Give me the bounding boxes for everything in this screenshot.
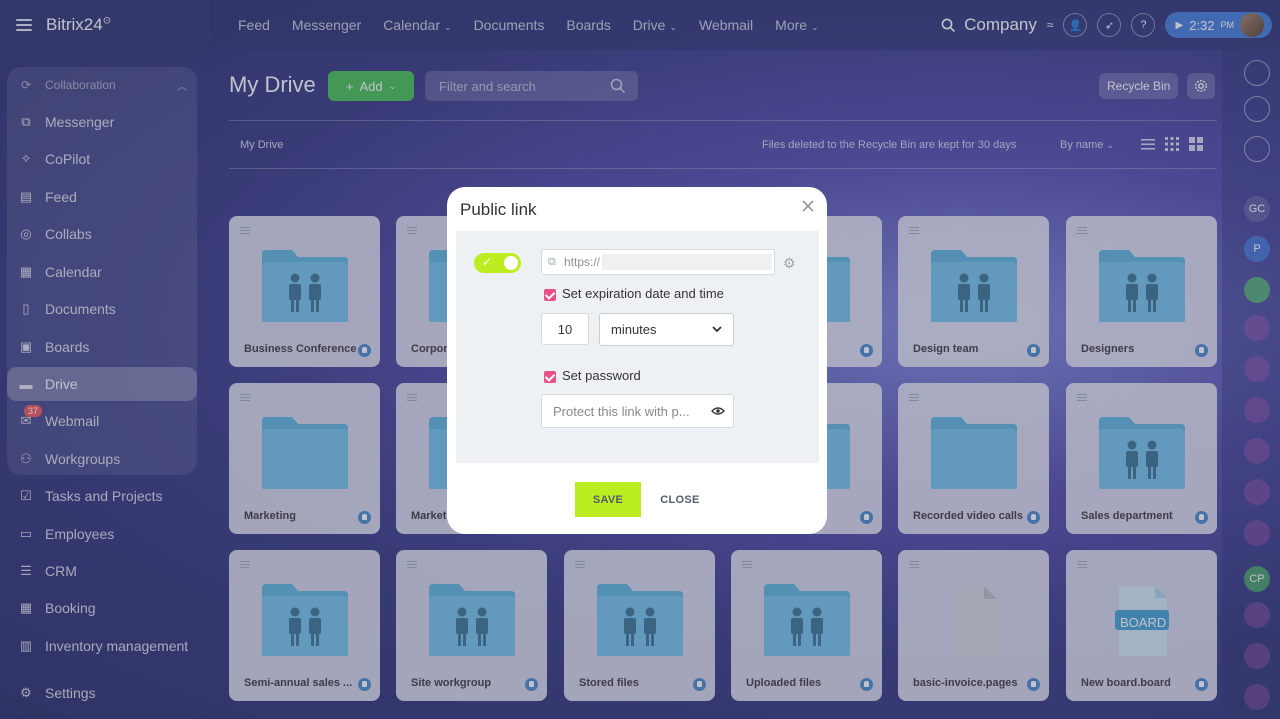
expiration-label: Set expiration date and time bbox=[562, 286, 724, 301]
public-link-url-field[interactable]: ⧉ https:// bbox=[541, 249, 775, 275]
close-button[interactable]: CLOSE bbox=[655, 482, 705, 517]
dialog-panel: ✓ ⧉ https:// ⚙ Set expiration date and t… bbox=[456, 231, 819, 463]
password-input[interactable]: Protect this link with p... bbox=[541, 394, 734, 428]
password-placeholder: Protect this link with p... bbox=[553, 403, 690, 419]
chevron-down-icon bbox=[712, 326, 722, 333]
eye-icon[interactable] bbox=[711, 406, 725, 416]
gear-icon[interactable]: ⚙ bbox=[783, 255, 796, 272]
public-link-dialog: Public link ✓ ⧉ https:// ⚙ Set expiratio… bbox=[447, 187, 827, 534]
dialog-title: Public link bbox=[460, 200, 537, 219]
expiration-value-input[interactable]: 10 bbox=[541, 313, 589, 345]
toggle-knob bbox=[504, 256, 518, 270]
copy-icon[interactable]: ⧉ bbox=[548, 256, 562, 269]
check-icon: ✓ bbox=[482, 255, 493, 269]
url-prefix: https:// bbox=[564, 255, 601, 269]
expiration-checkbox[interactable] bbox=[544, 289, 556, 301]
expiration-unit-select[interactable]: minutes bbox=[599, 313, 734, 346]
password-checkbox[interactable] bbox=[544, 371, 556, 383]
save-button[interactable]: SAVE bbox=[575, 482, 641, 517]
public-link-toggle[interactable]: ✓ bbox=[474, 253, 521, 273]
password-label: Set password bbox=[562, 368, 641, 383]
close-icon[interactable] bbox=[801, 199, 815, 213]
expiration-unit-value: minutes bbox=[611, 322, 657, 337]
url-hidden-part bbox=[602, 254, 773, 270]
